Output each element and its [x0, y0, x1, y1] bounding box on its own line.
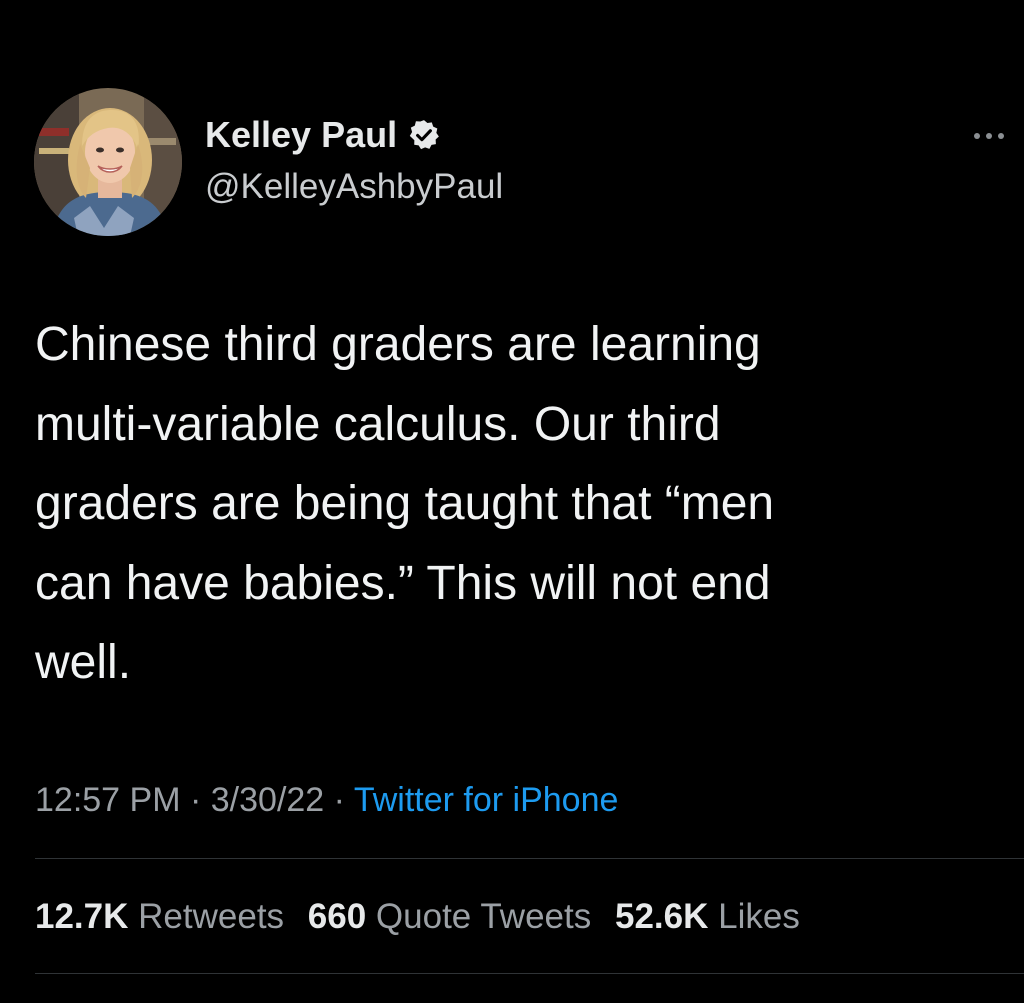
dot	[974, 133, 980, 139]
verified-badge-icon	[407, 118, 441, 152]
meta-separator: ·	[333, 781, 345, 819]
likes-label: Likes	[718, 897, 800, 936]
avatar[interactable]	[34, 88, 182, 236]
tweet-stats: 12.7K Retweets 660 Quote Tweets 52.6K Li…	[35, 894, 814, 940]
quote-tweets-count: 660	[307, 897, 367, 936]
avatar-photo	[34, 88, 182, 236]
quote-tweets-stat[interactable]: 660 Quote Tweets	[308, 897, 591, 936]
more-options-icon[interactable]	[974, 124, 1024, 148]
tweet-time[interactable]: 12:57 PM	[35, 781, 181, 819]
author-name-row[interactable]: Kelley Paul	[205, 113, 441, 157]
tweet-source-link[interactable]: Twitter for iPhone	[354, 781, 619, 819]
tweet-card: Kelley Paul @KelleyAshbyPaul Chinese thi…	[0, 0, 1024, 1003]
likes-stat[interactable]: 52.6K Likes	[615, 897, 800, 936]
dot	[998, 133, 1004, 139]
retweets-label: Retweets	[138, 897, 285, 936]
retweets-stat[interactable]: 12.7K Retweets	[35, 897, 284, 936]
divider	[35, 858, 1024, 859]
author-display-name: Kelley Paul	[205, 114, 398, 155]
dot	[986, 133, 992, 139]
quote-tweets-label: Quote Tweets	[375, 897, 592, 936]
likes-count: 52.6K	[614, 897, 709, 936]
author-handle[interactable]: @KelleyAshbyPaul	[205, 166, 503, 208]
retweets-count: 12.7K	[35, 897, 129, 936]
meta-separator: ·	[189, 781, 202, 819]
tweet-text: Chinese third graders are learning multi…	[35, 318, 775, 689]
tweet-date[interactable]: 3/30/22	[211, 781, 324, 819]
tweet-metadata: 12:57 PM · 3/30/22 · Twitter for iPhone	[35, 778, 618, 822]
divider	[35, 973, 1024, 974]
